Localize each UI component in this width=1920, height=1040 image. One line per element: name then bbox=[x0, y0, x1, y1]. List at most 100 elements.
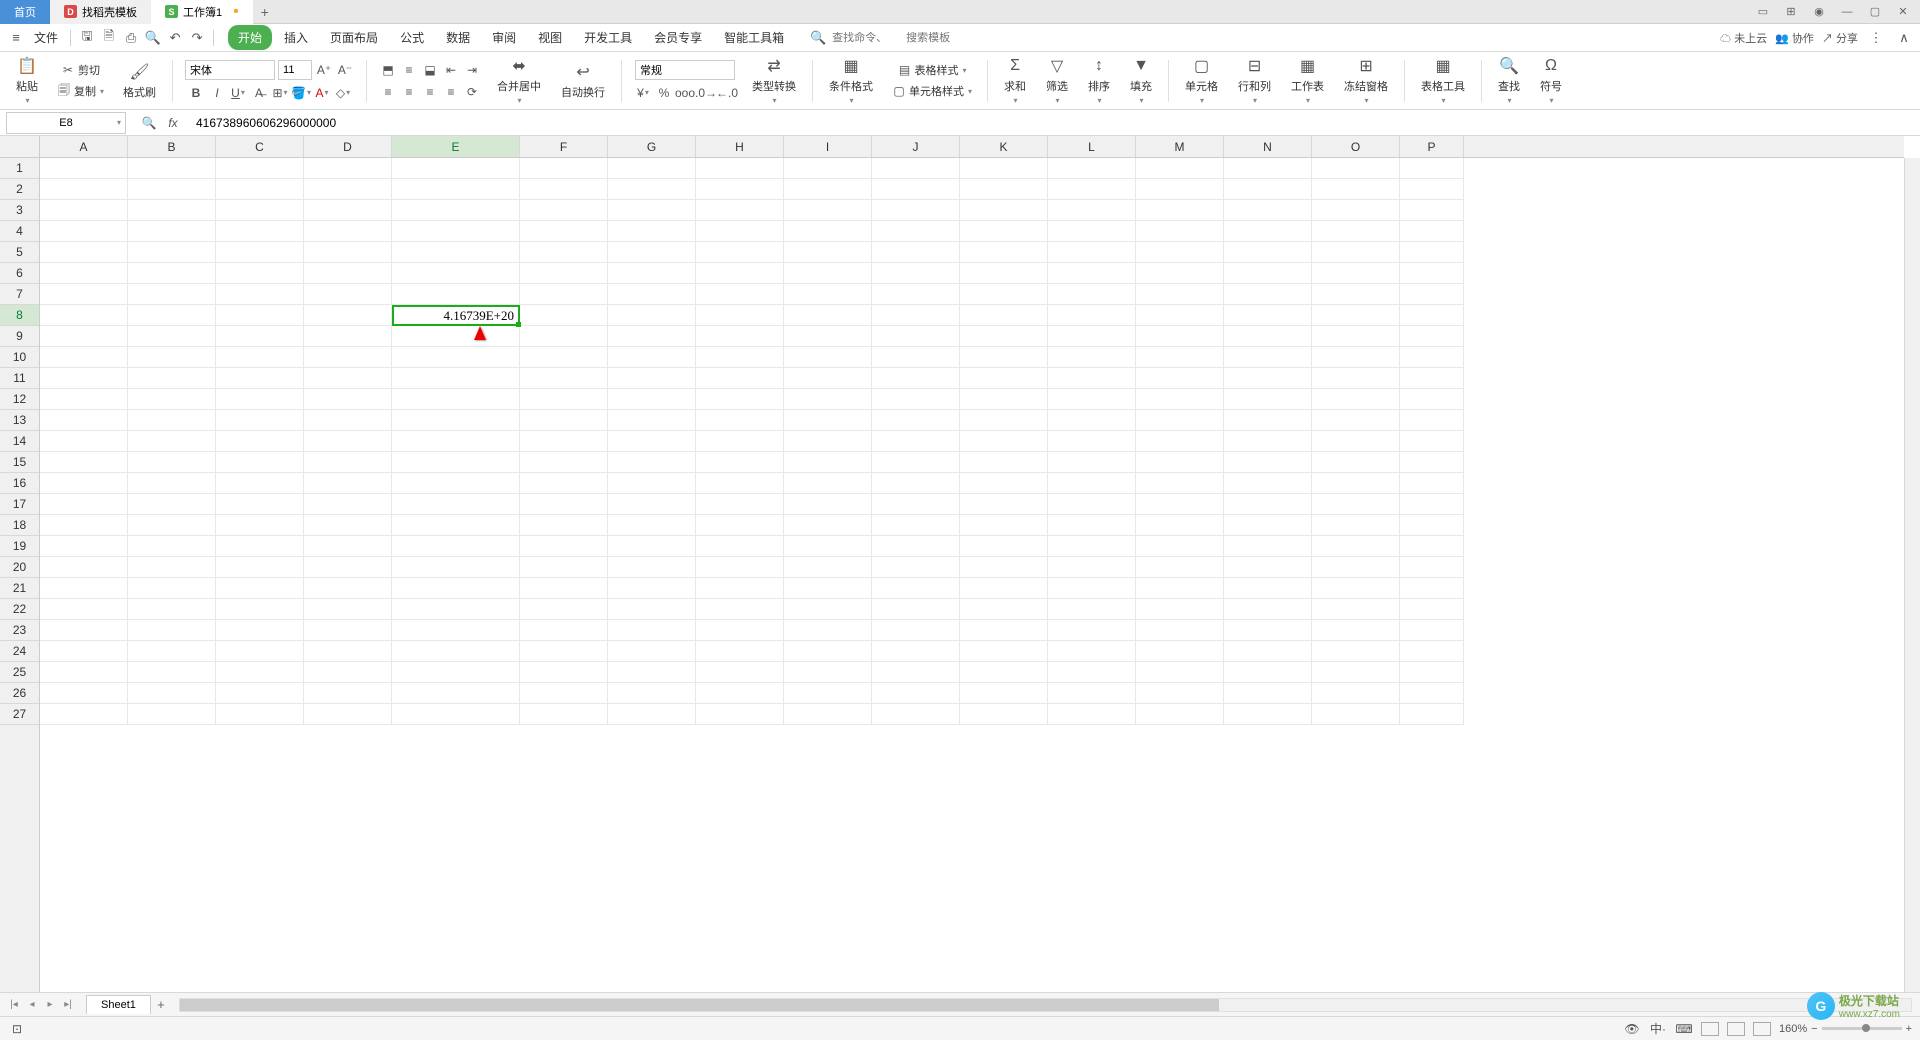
cell[interactable] bbox=[40, 431, 128, 452]
cell[interactable] bbox=[1136, 389, 1224, 410]
cell[interactable] bbox=[304, 620, 392, 641]
cell[interactable] bbox=[784, 599, 872, 620]
cell[interactable] bbox=[304, 158, 392, 179]
cell[interactable] bbox=[216, 599, 304, 620]
cell[interactable] bbox=[128, 179, 216, 200]
cell[interactable] bbox=[1400, 179, 1464, 200]
cell[interactable] bbox=[696, 536, 784, 557]
cell[interactable] bbox=[1400, 662, 1464, 683]
zoom-in-icon[interactable]: + bbox=[1906, 1023, 1912, 1035]
cell[interactable] bbox=[1312, 305, 1400, 326]
cell[interactable] bbox=[608, 662, 696, 683]
cell[interactable] bbox=[216, 389, 304, 410]
cell[interactable] bbox=[872, 158, 960, 179]
print-preview-icon[interactable]: 🔍 bbox=[143, 28, 163, 48]
cell[interactable] bbox=[1136, 704, 1224, 725]
cell[interactable] bbox=[128, 410, 216, 431]
cell[interactable] bbox=[1224, 515, 1312, 536]
cell[interactable] bbox=[1048, 515, 1136, 536]
cell[interactable] bbox=[608, 641, 696, 662]
cell[interactable] bbox=[1312, 578, 1400, 599]
cell[interactable] bbox=[304, 641, 392, 662]
cell[interactable] bbox=[40, 473, 128, 494]
cell[interactable] bbox=[696, 179, 784, 200]
cell[interactable] bbox=[696, 263, 784, 284]
cell[interactable] bbox=[128, 536, 216, 557]
cell[interactable] bbox=[392, 599, 520, 620]
column-header[interactable]: G bbox=[608, 136, 696, 157]
cell[interactable] bbox=[960, 494, 1048, 515]
cell[interactable] bbox=[304, 305, 392, 326]
find-button[interactable]: 🔍查找▾ bbox=[1494, 54, 1524, 107]
cells-area[interactable]: 4.16739E+20 bbox=[40, 158, 1904, 992]
font-size-select[interactable] bbox=[278, 60, 312, 80]
sheet-nav-first[interactable]: |◂ bbox=[6, 997, 22, 1013]
row-header[interactable]: 19 bbox=[0, 536, 39, 557]
cell[interactable] bbox=[392, 494, 520, 515]
cell[interactable] bbox=[1224, 557, 1312, 578]
cell[interactable] bbox=[216, 347, 304, 368]
cell[interactable] bbox=[304, 494, 392, 515]
cell[interactable] bbox=[784, 536, 872, 557]
cell[interactable] bbox=[216, 641, 304, 662]
cell[interactable] bbox=[872, 515, 960, 536]
sum-button[interactable]: Σ求和▾ bbox=[1000, 54, 1030, 107]
cell[interactable] bbox=[1400, 536, 1464, 557]
cell[interactable] bbox=[696, 557, 784, 578]
save-as-icon[interactable]: 🗎 bbox=[99, 28, 119, 48]
select-all-corner[interactable] bbox=[0, 136, 40, 158]
cell[interactable] bbox=[696, 200, 784, 221]
orientation-icon[interactable]: ⟳ bbox=[463, 83, 481, 101]
cell[interactable] bbox=[1400, 431, 1464, 452]
cell[interactable] bbox=[696, 473, 784, 494]
cell[interactable] bbox=[696, 662, 784, 683]
cell[interactable] bbox=[1136, 578, 1224, 599]
cell[interactable] bbox=[1048, 704, 1136, 725]
cell[interactable] bbox=[1136, 368, 1224, 389]
row-header[interactable]: 12 bbox=[0, 389, 39, 410]
cell[interactable] bbox=[128, 473, 216, 494]
collapse-ribbon-icon[interactable]: ∧ bbox=[1894, 28, 1914, 48]
cell[interactable] bbox=[696, 326, 784, 347]
cell[interactable] bbox=[960, 368, 1048, 389]
column-header[interactable]: M bbox=[1136, 136, 1224, 157]
cell[interactable] bbox=[872, 242, 960, 263]
cell[interactable] bbox=[696, 704, 784, 725]
cell[interactable] bbox=[520, 200, 608, 221]
cell[interactable] bbox=[696, 410, 784, 431]
zoom-control[interactable]: 160% − + bbox=[1779, 1023, 1912, 1035]
align-center-icon[interactable]: ≡ bbox=[400, 83, 418, 101]
cell[interactable] bbox=[128, 284, 216, 305]
cell[interactable] bbox=[520, 263, 608, 284]
align-left-icon[interactable]: ≡ bbox=[379, 83, 397, 101]
cell[interactable] bbox=[128, 452, 216, 473]
cell[interactable] bbox=[392, 452, 520, 473]
row-header[interactable]: 22 bbox=[0, 599, 39, 620]
cell[interactable] bbox=[784, 641, 872, 662]
cell[interactable] bbox=[1048, 284, 1136, 305]
cell[interactable] bbox=[1224, 620, 1312, 641]
cell[interactable] bbox=[520, 158, 608, 179]
cell[interactable] bbox=[128, 368, 216, 389]
indent-decrease-icon[interactable]: ⇤ bbox=[442, 61, 460, 79]
cell[interactable] bbox=[40, 410, 128, 431]
cell[interactable] bbox=[1048, 494, 1136, 515]
cell[interactable] bbox=[1224, 242, 1312, 263]
cell[interactable] bbox=[520, 221, 608, 242]
worksheet-button[interactable]: ▦工作表▾ bbox=[1287, 54, 1328, 107]
cell[interactable] bbox=[128, 662, 216, 683]
cell[interactable] bbox=[784, 473, 872, 494]
cell[interactable] bbox=[520, 431, 608, 452]
cell[interactable] bbox=[1048, 641, 1136, 662]
cell[interactable] bbox=[1048, 452, 1136, 473]
row-header[interactable]: 26 bbox=[0, 683, 39, 704]
cell[interactable] bbox=[40, 536, 128, 557]
cell[interactable] bbox=[304, 557, 392, 578]
cell[interactable] bbox=[1400, 326, 1464, 347]
cloud-status[interactable]: ☁ 未上云 bbox=[1720, 30, 1767, 46]
cell[interactable] bbox=[520, 452, 608, 473]
cell[interactable] bbox=[872, 410, 960, 431]
column-header[interactable]: N bbox=[1224, 136, 1312, 157]
cell[interactable] bbox=[40, 494, 128, 515]
cell[interactable] bbox=[1224, 431, 1312, 452]
